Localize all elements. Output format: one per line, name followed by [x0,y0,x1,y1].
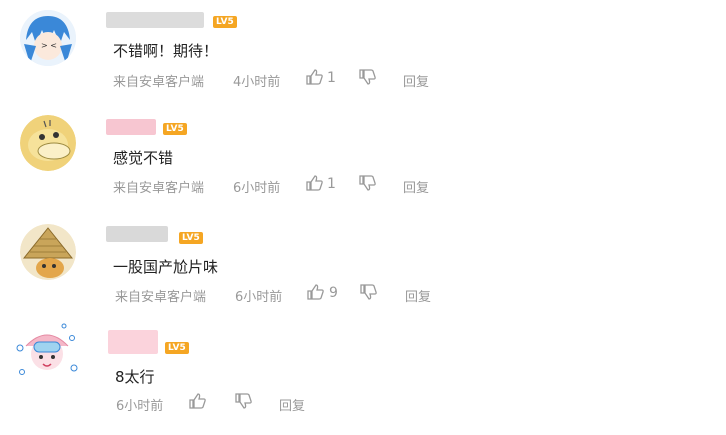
level-badge: LV5 [165,342,189,354]
reply-button[interactable]: 回复 [279,395,305,414]
comment-text: 8太行 [115,368,155,386]
thumbs-down-icon[interactable] [234,392,252,410]
comment-time: 6小时前 [116,399,164,414]
thumbs-up-icon[interactable] [188,392,206,410]
comment-item: LV5 8太行 6小时前 回复 [0,0,726,435]
avatar[interactable] [14,318,80,384]
username-blurred[interactable] [108,330,158,354]
